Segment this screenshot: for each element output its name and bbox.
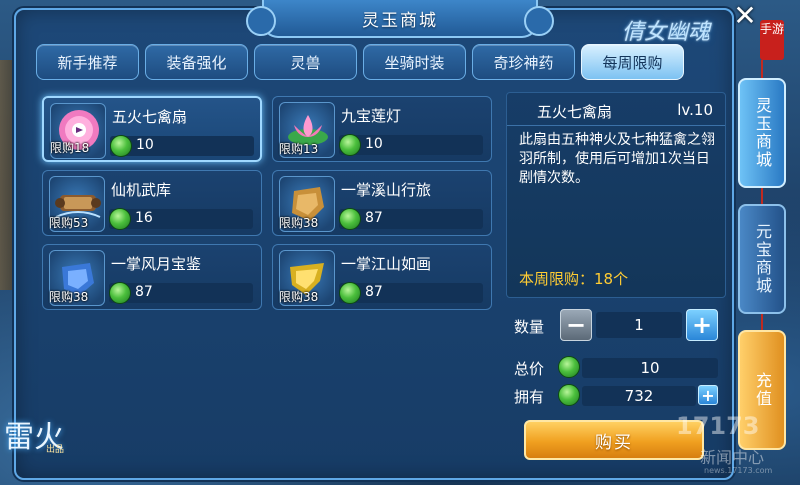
- title-banner: 灵玉商城: [246, 0, 554, 38]
- item-card[interactable]: 限购38 一掌溪山行旅 87: [272, 170, 492, 236]
- item-card[interactable]: 限购53 仙机武库 16: [42, 170, 262, 236]
- item-price: 87: [365, 284, 383, 300]
- game-logo: 倩女幽魂: [622, 20, 711, 45]
- watermark-url: news.17173.com: [704, 466, 773, 475]
- item-price: 10: [136, 137, 154, 153]
- jade-currency-icon: [339, 134, 361, 156]
- quantity-label: 数量: [514, 318, 545, 336]
- detail-description: 此扇由五种神火及七种猛禽之翎羽所制，使用后可增加1次当日剧情次数。: [519, 132, 715, 186]
- purchase-limit: 限购38: [49, 290, 89, 304]
- total-price-value: 10: [582, 358, 718, 378]
- item-name: 一掌溪山行旅: [341, 181, 432, 199]
- tab-weekly-limited[interactable]: 每周限购: [581, 44, 684, 80]
- item-card[interactable]: 限购38 一掌江山如画 87: [272, 244, 492, 310]
- purchase-limit: 限购18: [50, 141, 90, 155]
- purchase-limit: 限购38: [279, 290, 319, 304]
- divider: [507, 125, 725, 126]
- mobile-game-tag: 手游: [760, 20, 784, 60]
- tab-newbie[interactable]: 新手推荐: [36, 44, 139, 80]
- jade-currency-icon: [110, 135, 132, 157]
- item-detail-panel: 五火七禽扇 lv.10 此扇由五种神火及七种猛禽之翎羽所制，使用后可增加1次当日…: [506, 92, 726, 298]
- tab-equipment[interactable]: 装备强化: [145, 44, 248, 80]
- tab-string: [761, 188, 763, 204]
- tab-string: [761, 60, 763, 80]
- purchase-limit: 限购13: [279, 142, 319, 156]
- jade-currency-icon: [558, 356, 580, 378]
- detail-item-name: 五火七禽扇: [537, 103, 613, 121]
- quantity-decrease-button[interactable]: −: [560, 309, 592, 341]
- jade-currency-icon: [109, 208, 131, 230]
- tab-pets[interactable]: 灵兽: [254, 44, 357, 80]
- item-name: 仙机武库: [111, 181, 172, 199]
- item-name: 九宝莲灯: [341, 107, 402, 125]
- category-tabs: 新手推荐 装备强化 灵兽 坐骑时装 奇珍神药 每周限购: [36, 44, 684, 80]
- item-price: 16: [135, 210, 153, 226]
- total-price-label: 总价: [514, 360, 545, 378]
- purchase-limit: 限购38: [279, 216, 319, 230]
- item-name: 五火七禽扇: [112, 108, 188, 126]
- item-name: 一掌风月宝鉴: [111, 255, 202, 273]
- jade-currency-icon: [109, 282, 131, 304]
- jade-currency-icon: [339, 282, 361, 304]
- item-price: 10: [365, 136, 383, 152]
- tab-string: [761, 314, 763, 330]
- side-tab-ingot-shop[interactable]: 元宝商城: [738, 204, 786, 314]
- purchase-limit: 限购53: [49, 216, 89, 230]
- quantity-increase-button[interactable]: +: [686, 309, 718, 341]
- detail-item-level: lv.10: [677, 101, 713, 119]
- item-price: 87: [135, 284, 153, 300]
- add-currency-button[interactable]: +: [698, 385, 718, 405]
- jade-currency-icon: [558, 384, 580, 406]
- item-card[interactable]: 限购13 九宝莲灯 10: [272, 96, 492, 162]
- watermark-logo: 17173: [676, 412, 760, 440]
- close-button[interactable]: ✕: [730, 2, 760, 32]
- jade-currency-icon: [339, 208, 361, 230]
- tab-mounts[interactable]: 坐骑时装: [363, 44, 466, 80]
- owned-label: 拥有: [514, 388, 545, 406]
- window-title: 灵玉商城: [362, 10, 438, 31]
- side-tab-jade-shop[interactable]: 灵玉商城: [738, 78, 786, 188]
- item-card[interactable]: 限购38 一掌风月宝鉴 87: [42, 244, 262, 310]
- publisher-subtext: 出品: [46, 445, 65, 455]
- weekly-limit-text: 本周限购：18个: [519, 270, 629, 288]
- quantity-input[interactable]: 1: [596, 312, 682, 338]
- watermark-subtitle: 新闻中心: [700, 448, 765, 467]
- owned-value: 732: [582, 386, 696, 406]
- item-price: 87: [365, 210, 383, 226]
- item-card[interactable]: 限购18 五火七禽扇 10: [42, 96, 262, 162]
- tab-rare-medicine[interactable]: 奇珍神药: [472, 44, 575, 80]
- item-name: 一掌江山如画: [341, 255, 432, 273]
